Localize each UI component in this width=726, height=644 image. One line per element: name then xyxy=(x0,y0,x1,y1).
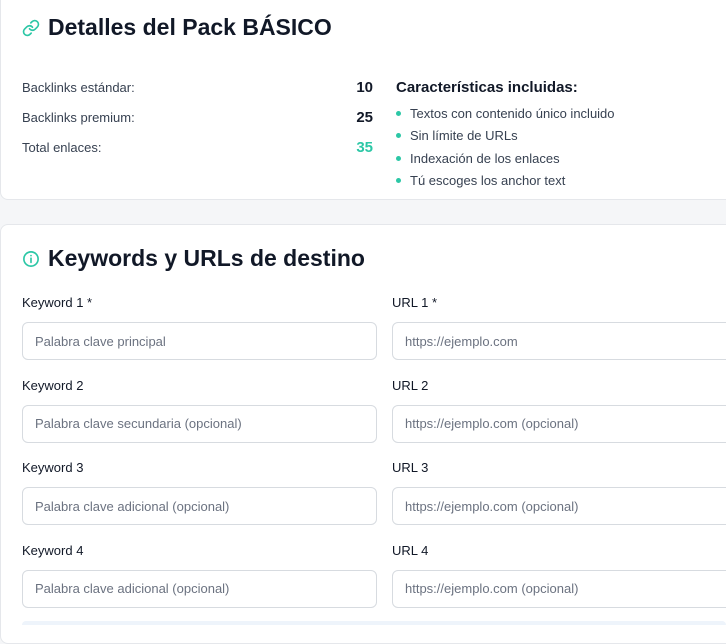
keywords-title: Keywords y URLs de destino xyxy=(48,245,365,271)
stat-row-standard: Backlinks estándar: 10 xyxy=(22,72,373,102)
keyword-3-input[interactable] xyxy=(22,487,377,525)
feature-text: Textos con contenido único incluido xyxy=(410,105,615,121)
pack-stats: Backlinks estándar: 10 Backlinks premium… xyxy=(22,72,373,162)
url-1-field: URL 1 * xyxy=(392,295,726,360)
bullet-icon xyxy=(396,155,401,161)
keyword-4-field: Keyword 4 xyxy=(22,542,377,608)
keyword-1-input[interactable] xyxy=(22,322,377,360)
keyword-1-label: Keyword 1 * xyxy=(22,295,93,310)
url-4-field: URL 4 xyxy=(392,542,726,608)
url-3-label: URL 3 xyxy=(392,460,429,475)
feature-text: Tú escoges los anchor text xyxy=(410,173,566,189)
feature-item: Tú escoges los anchor text xyxy=(396,170,716,193)
features-block: Características incluidas: Textos con co… xyxy=(396,72,716,192)
url-2-label: URL 2 xyxy=(392,377,429,393)
info-icon xyxy=(23,250,39,267)
info-box-edge xyxy=(22,621,726,625)
bullet-icon xyxy=(396,110,401,116)
link-icon xyxy=(22,19,40,36)
url-2-input[interactable] xyxy=(392,404,726,443)
stat-value: 10 xyxy=(356,78,373,96)
stat-value-total: 35 xyxy=(356,138,373,156)
stat-value: 25 xyxy=(356,108,373,126)
form-row-2: Keyword 2 URL 2 xyxy=(22,377,726,462)
keyword-2-input[interactable] xyxy=(22,404,377,443)
url-3-field: URL 3 xyxy=(392,460,726,525)
keywords-form: Keyword 1 * URL 1 * Keyword 2 URL 2 Keyw… xyxy=(22,296,726,626)
feature-text: Indexación de los enlaces xyxy=(410,150,560,166)
bullet-icon xyxy=(396,133,401,139)
feature-item: Sin límite de URLs xyxy=(396,125,716,148)
url-1-label: URL 1 * xyxy=(392,295,438,310)
url-1-input[interactable] xyxy=(392,322,726,360)
keyword-2-label: Keyword 2 xyxy=(22,377,84,393)
keyword-4-input[interactable] xyxy=(22,569,377,608)
feature-text: Sin límite de URLs xyxy=(410,128,518,144)
stat-label: Total enlaces: xyxy=(22,139,102,155)
keyword-4-label: Keyword 4 xyxy=(22,542,84,558)
pack-details-title-row: Detalles del Pack BÁSICO xyxy=(22,14,332,41)
bullet-icon xyxy=(396,178,401,184)
url-4-input[interactable] xyxy=(392,569,726,608)
feature-item: Textos con contenido único incluido xyxy=(396,102,716,125)
url-4-label: URL 4 xyxy=(392,542,429,558)
form-row-4: Keyword 4 URL 4 xyxy=(22,542,726,627)
keyword-1-field: Keyword 1 * xyxy=(22,295,377,360)
form-row-3: Keyword 3 URL 3 xyxy=(22,461,726,544)
keyword-3-field: Keyword 3 xyxy=(22,460,377,525)
pack-details-title: Detalles del Pack BÁSICO xyxy=(48,14,332,40)
url-3-input[interactable] xyxy=(392,487,726,525)
stat-row-premium: Backlinks premium: 25 xyxy=(22,102,373,132)
stat-row-total: Total enlaces: 35 xyxy=(22,132,373,162)
form-row-1: Keyword 1 * URL 1 * xyxy=(22,296,726,379)
feature-list: Textos con contenido único incluido Sin … xyxy=(396,102,716,192)
keyword-2-field: Keyword 2 xyxy=(22,377,377,443)
url-2-field: URL 2 xyxy=(392,377,726,443)
features-title: Características incluidas: xyxy=(396,78,578,96)
feature-item: Indexación de los enlaces xyxy=(396,147,716,170)
stat-label: Backlinks estándar: xyxy=(22,79,135,95)
keyword-3-label: Keyword 3 xyxy=(22,460,84,475)
stat-label: Backlinks premium: xyxy=(22,109,135,125)
keywords-title-row: Keywords y URLs de destino xyxy=(22,245,365,272)
